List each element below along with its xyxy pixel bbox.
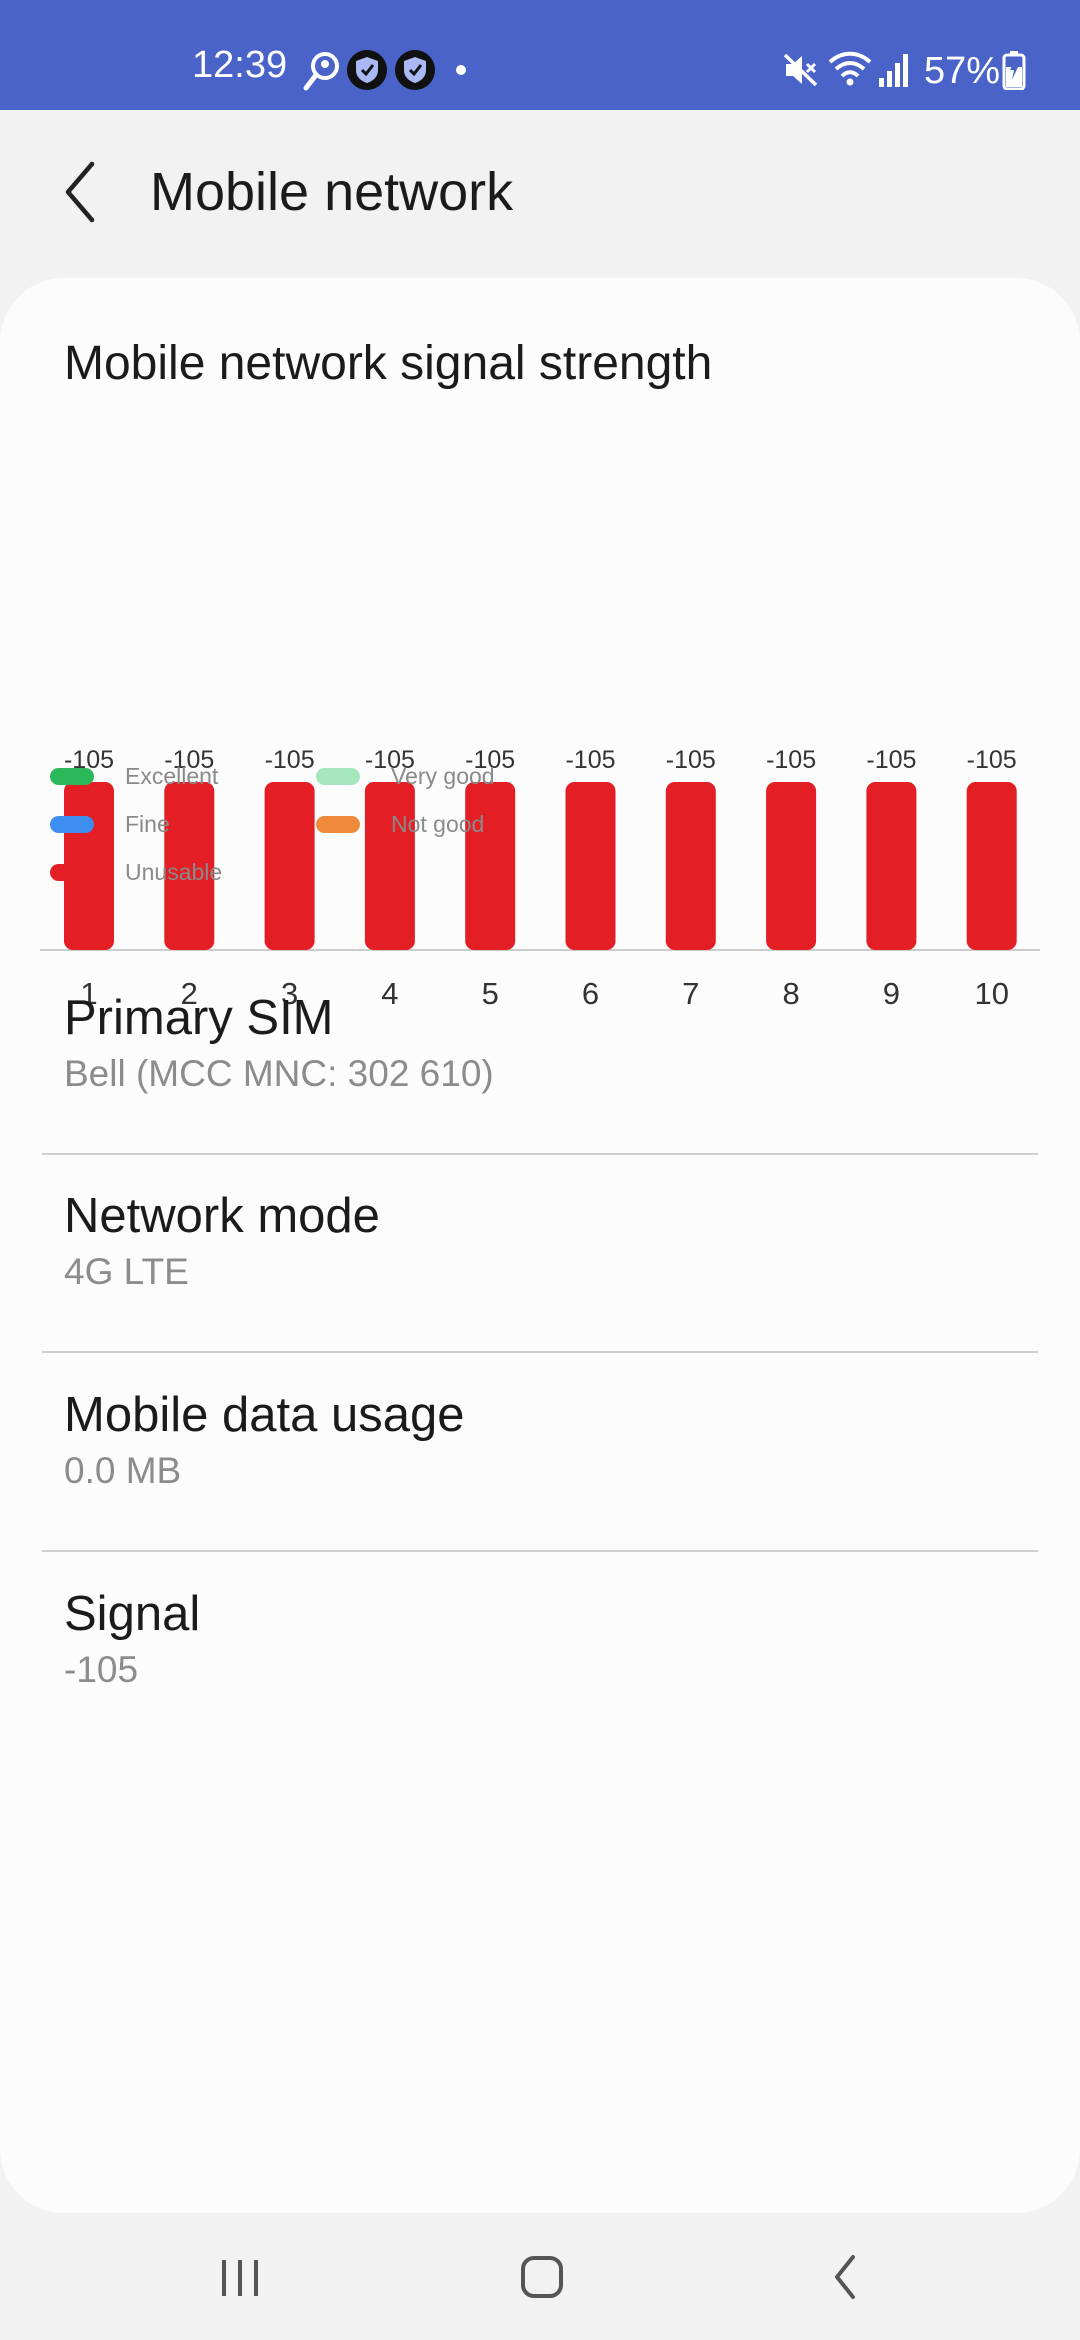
back-button[interactable] [52, 152, 116, 232]
wifi-icon [828, 51, 872, 86]
list-item[interactable]: Signal -105 [0, 1584, 1080, 1782]
list-item-value: Bell (MCC MNC: 302 610) [64, 1053, 494, 1094]
chevron-left-icon [65, 161, 95, 223]
list-item[interactable]: Mobile data usage 0.0 MB [0, 1385, 1080, 1583]
legend-swatch [50, 816, 94, 833]
status-bar: 12:39 57% [0, 0, 1080, 110]
legend-label: Not good [391, 811, 485, 837]
bar-value-label: -105 [565, 746, 615, 774]
signal-strength-chart: -1051-1052-1053-1054-1055-1056-1057-1058… [40, 746, 1040, 1008]
status-time: 12:39 [192, 44, 288, 86]
location-search-icon [303, 52, 339, 91]
page-title: Mobile network [150, 162, 514, 222]
legend-swatch [316, 768, 360, 785]
list-item-value: 0.0 MB [64, 1450, 182, 1491]
list-item-title: Network mode [64, 1189, 380, 1243]
signal-bar [766, 782, 817, 950]
list-item[interactable]: Network mode 4G LTE [0, 1186, 1080, 1384]
back-icon [835, 2255, 855, 2299]
bar-value-label: -105 [265, 746, 315, 774]
home-icon [521, 2256, 563, 2298]
signal-bar [866, 782, 917, 950]
notification-dot-icon [456, 65, 466, 75]
recent-apps-button[interactable] [185, 2237, 295, 2317]
home-button[interactable] [487, 2237, 597, 2317]
mobile-network-screen: 12:39 57% Mobile network Mobile network … [0, 0, 1080, 2340]
bar-value-label: -105 [967, 746, 1017, 774]
legend-label: Very good [391, 763, 495, 789]
list-item-value: -105 [64, 1649, 139, 1690]
list-item-value: 4G LTE [64, 1251, 189, 1292]
list-item-title: Mobile data usage [64, 1388, 465, 1442]
list-item[interactable]: Primary SIM Bell (MCC MNC: 302 610) [0, 988, 1080, 1186]
list-item-title: Primary SIM [64, 991, 334, 1045]
legend-swatch [316, 816, 360, 833]
shield-icon [347, 50, 387, 90]
shield-icon [395, 50, 435, 90]
list-divider [42, 1550, 1038, 1552]
legend-swatch [50, 768, 94, 785]
nav-back-button[interactable] [790, 2237, 900, 2317]
recent-apps-icon [222, 2260, 258, 2296]
list-item-title: Signal [64, 1587, 201, 1641]
legend-label: Excellent [125, 763, 219, 789]
legend-label: Unusable [125, 859, 223, 885]
app-header: Mobile network [0, 110, 1080, 280]
legend-swatch [50, 864, 94, 881]
signal-bars-icon [879, 54, 908, 87]
signal-bar [665, 782, 716, 950]
list-divider [42, 1153, 1038, 1155]
content-card: Mobile network signal strength -105 1 -105… [0, 278, 1080, 2213]
mute-icon [783, 53, 818, 87]
bar-value-label: -105 [866, 746, 916, 774]
battery-charging-icon [1002, 51, 1026, 90]
signal-bar [565, 782, 616, 950]
signal-bar [966, 782, 1017, 950]
battery-percent: 57% [924, 50, 1001, 92]
bar-value-label: -105 [666, 746, 716, 774]
list-divider [42, 1351, 1038, 1353]
chart-title: Mobile network signal strength [64, 337, 713, 390]
signal-bar [264, 782, 315, 950]
navigation-bar [0, 2213, 1080, 2340]
bar-value-label: -105 [766, 746, 816, 774]
legend-label: Fine [125, 811, 170, 837]
